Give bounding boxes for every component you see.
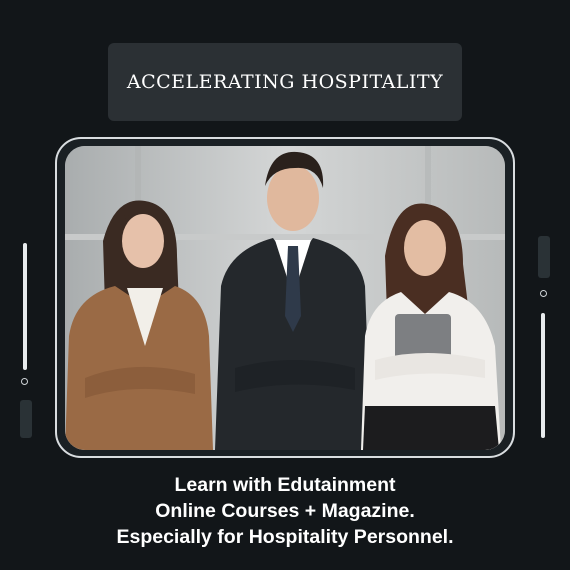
team-photo [65, 146, 505, 450]
caption-line-3: Especially for Hospitality Personnel. [116, 526, 454, 548]
left-accent-block [20, 400, 32, 438]
title-banner: ACCELERATING HOSPITALITY [108, 43, 462, 121]
caption-line-1: Learn with Edutainment [174, 474, 396, 496]
right-accent-dot [540, 290, 547, 297]
left-accent-dot [21, 378, 28, 385]
caption-line-2: Online Courses + Magazine. [155, 500, 415, 522]
team-photo-illustration [65, 146, 505, 450]
left-accent-line [23, 243, 27, 370]
right-accent-block [538, 236, 550, 278]
page-title: ACCELERATING HOSPITALITY [126, 71, 444, 93]
right-accent-line [541, 313, 545, 438]
